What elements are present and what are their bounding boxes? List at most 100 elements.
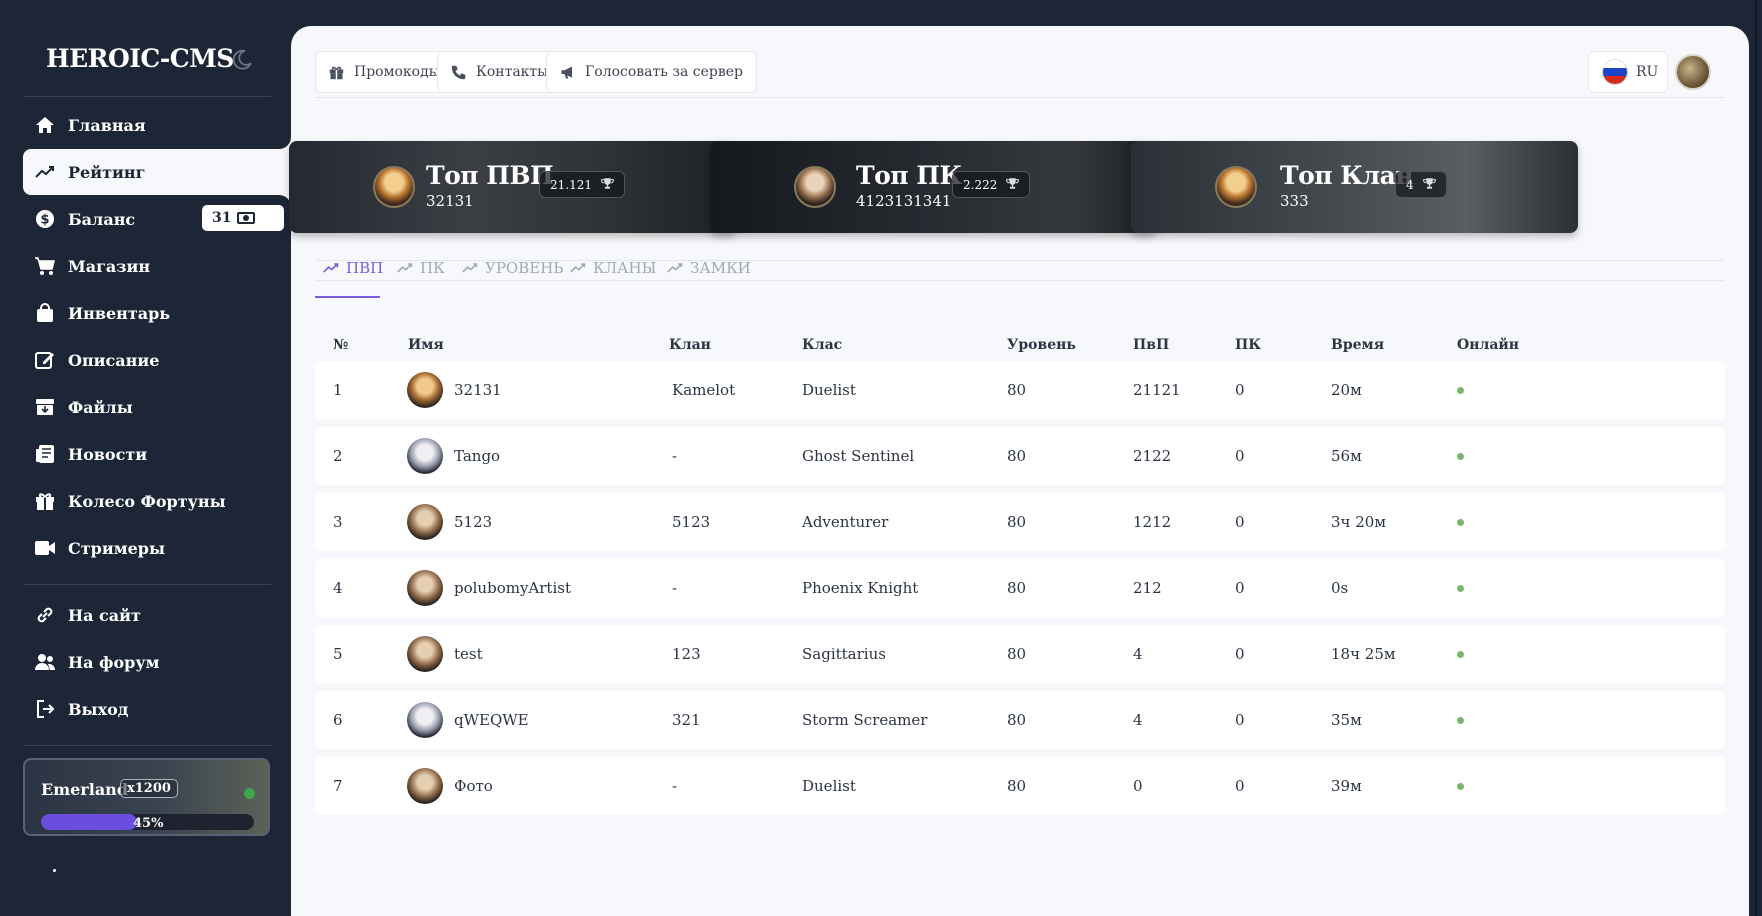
pk-cell: 0 xyxy=(1235,777,1245,795)
promo-codes-label: Промокоды xyxy=(354,64,440,80)
contacts-label: Контакты xyxy=(476,64,549,80)
top-card-title: Топ ПВП xyxy=(426,161,554,190)
sidebar-item-description[interactable]: Описание xyxy=(23,337,291,383)
pk-cell: 0 xyxy=(1235,447,1245,465)
russia-flag-icon xyxy=(1602,59,1628,85)
chart-line-icon xyxy=(667,262,683,274)
online-indicator xyxy=(1457,453,1464,460)
sidebar-link-site[interactable]: На сайт xyxy=(23,592,291,638)
tab-label: КЛАНЫ xyxy=(593,259,657,277)
sidebar-link-logout[interactable]: Выход xyxy=(23,686,291,732)
player-avatar xyxy=(407,636,443,672)
score-value: 21.121 xyxy=(550,177,592,192)
player-name-cell[interactable]: 5123 xyxy=(454,493,492,551)
player-name-cell[interactable]: 32131 xyxy=(454,361,502,419)
sidebar-item-rating[interactable]: Рейтинг xyxy=(23,149,291,195)
pvp-cell: 1212 xyxy=(1133,513,1172,531)
gift-icon xyxy=(329,64,345,80)
sidebar-item-label: Файлы xyxy=(68,397,133,417)
divider xyxy=(23,584,271,585)
divider xyxy=(315,97,1725,98)
clan-cell: - xyxy=(672,447,678,465)
score-value: 2.222 xyxy=(963,177,998,192)
vote-server-button[interactable]: Голосовать за сервер xyxy=(546,51,757,93)
player-name-cell[interactable]: test xyxy=(454,625,483,683)
users-icon xyxy=(34,651,56,673)
online-indicator xyxy=(1457,783,1464,790)
level-cell: 80 xyxy=(1007,645,1027,663)
class-cell: Sagittarius xyxy=(802,645,886,663)
sidebar-link-forum[interactable]: На форум xyxy=(23,639,291,685)
sidebar-item-home[interactable]: Главная xyxy=(23,102,291,148)
bag-icon xyxy=(34,302,56,324)
cart-icon xyxy=(34,255,56,277)
table-row[interactable]: 7 Фото - Duelist 80 0 0 39м xyxy=(315,757,1725,815)
table-row[interactable]: 5 test 123 Sagittarius 80 4 0 18ч 25м xyxy=(315,625,1725,683)
rank-cell: 6 xyxy=(333,711,343,729)
promo-codes-button[interactable]: Промокоды xyxy=(315,51,454,93)
table-row[interactable]: 6 qWEQWE 321 Storm Screamer 80 4 0 35м xyxy=(315,691,1725,749)
tab-clans[interactable]: КЛАНЫ xyxy=(570,239,656,297)
rank-cell: 2 xyxy=(333,447,343,465)
pvp-cell: 2122 xyxy=(1133,447,1172,465)
tabs-underline xyxy=(315,280,1725,281)
table-row[interactable]: 4 polubomyArtist - Phoenix Knight 80 212… xyxy=(315,559,1725,617)
sidebar: HEROIC-CMS Главная Рейтинг $ Баланс 31 М… xyxy=(0,0,291,916)
divider xyxy=(23,745,271,746)
table-row[interactable]: 1 32131 Kamelot Duelist 80 21121 0 20м xyxy=(315,361,1725,419)
tab-pk[interactable]: ПК xyxy=(397,239,445,297)
tab-pvp[interactable]: ПВП xyxy=(315,239,384,298)
top-card-score: 2.222 xyxy=(952,171,1031,198)
top-card-score: 21.121 xyxy=(539,171,625,198)
sidebar-item-streamers[interactable]: Стримеры xyxy=(23,525,291,571)
sidebar-item-inventory[interactable]: Инвентарь xyxy=(23,290,291,336)
sidebar-item-balance[interactable]: $ Баланс 31 xyxy=(23,196,291,242)
trophy-icon xyxy=(1422,177,1436,193)
sidebar-item-news[interactable]: Новости xyxy=(23,431,291,477)
user-avatar[interactable] xyxy=(1675,54,1711,90)
news-icon xyxy=(34,443,56,465)
player-name-cell[interactable]: qWEQWE xyxy=(454,691,529,749)
table-row[interactable]: 2 Tango - Ghost Sentinel 80 2122 0 56м xyxy=(315,427,1725,485)
player-name-cell[interactable]: Фото xyxy=(454,757,493,815)
rank-cell: 5 xyxy=(333,645,343,663)
online-indicator xyxy=(1457,519,1464,526)
server-rate-badge: x1200 xyxy=(120,779,178,798)
level-cell: 80 xyxy=(1007,447,1027,465)
brand-logo: HEROIC-CMS xyxy=(46,44,234,73)
sidebar-item-files[interactable]: Файлы xyxy=(23,384,291,430)
top-card-score: 4 xyxy=(1395,171,1447,198)
language-label: RU xyxy=(1636,64,1659,80)
player-name-cell[interactable]: polubomyArtist xyxy=(454,559,571,617)
tab-label: ПК xyxy=(420,259,445,277)
player-name-cell[interactable]: Tango xyxy=(454,427,500,485)
money-icon xyxy=(237,212,256,224)
chart-line-icon xyxy=(397,262,413,274)
class-cell: Phoenix Knight xyxy=(802,579,919,597)
sidebar-item-label: Колесо Фортуны xyxy=(68,491,226,511)
tab-label: ПВП xyxy=(346,259,384,277)
pk-cell: 0 xyxy=(1235,645,1245,663)
sidebar-item-fortune-wheel[interactable]: Колесо Фортуны xyxy=(23,478,291,524)
pvp-cell: 212 xyxy=(1133,579,1162,597)
server-status-card[interactable]: Emerland x1200 45% xyxy=(23,758,270,836)
player-avatar xyxy=(407,372,443,408)
clan-cell: 123 xyxy=(672,645,701,663)
contacts-button[interactable]: Контакты xyxy=(437,51,563,93)
time-cell: 18ч 25м xyxy=(1331,645,1396,663)
player-avatar xyxy=(407,570,443,606)
moon-icon[interactable] xyxy=(230,48,254,72)
language-selector[interactable]: RU xyxy=(1588,51,1668,93)
sidebar-item-shop[interactable]: Магазин xyxy=(23,243,291,289)
rank-cell: 4 xyxy=(333,579,343,597)
online-indicator xyxy=(1457,585,1464,592)
server-load-fill xyxy=(41,814,137,830)
svg-text:$: $ xyxy=(40,213,49,228)
tab-level[interactable]: УРОВЕНЬ xyxy=(462,239,563,297)
tab-castles[interactable]: ЗАМКИ xyxy=(667,239,751,297)
table-row[interactable]: 3 5123 5123 Adventurer 80 1212 0 3ч 20м xyxy=(315,493,1725,551)
level-cell: 80 xyxy=(1007,579,1027,597)
sidebar-item-label: Описание xyxy=(68,350,160,370)
time-cell: 0s xyxy=(1331,579,1349,597)
player-avatar xyxy=(407,702,443,738)
